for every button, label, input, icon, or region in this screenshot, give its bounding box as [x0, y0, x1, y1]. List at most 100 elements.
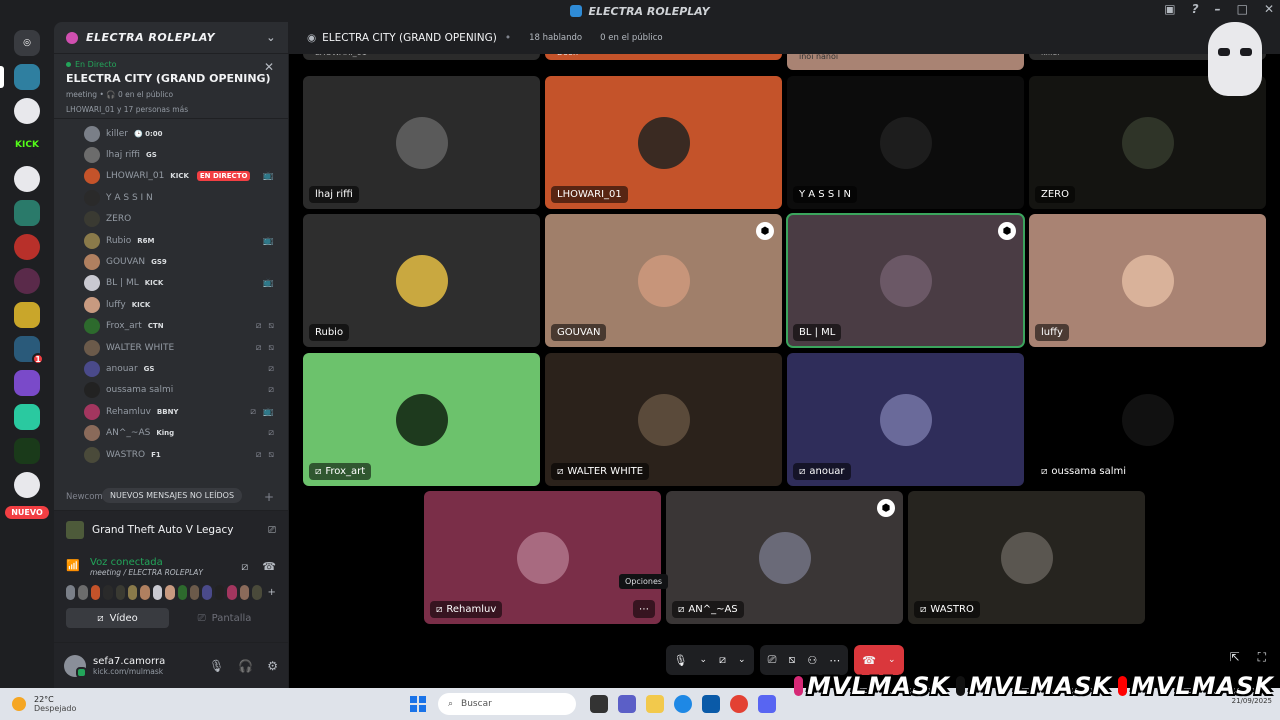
video-tile[interactable]: GOUVAN ⬢	[545, 214, 782, 347]
voice-member[interactable]: Y A S S I N	[84, 187, 288, 208]
voice-member[interactable]: LHOWARI_01 KICK EN DIRECTO 📺	[84, 166, 288, 187]
avatar[interactable]	[140, 585, 150, 600]
voice-member[interactable]: WASTRO F1 ⧄ ⧅	[84, 444, 288, 465]
server-icon[interactable]	[14, 234, 40, 260]
more-participants-icon[interactable]: +	[268, 587, 276, 598]
discord-icon[interactable]	[758, 695, 776, 713]
server-icon[interactable]	[0, 64, 40, 90]
voice-member[interactable]: anouar GS ⧄	[84, 358, 288, 379]
video-tile[interactable]: LHOWARI_01	[545, 76, 782, 209]
taskbar-search[interactable]: ⌕ Buscar	[438, 693, 576, 715]
avatar[interactable]	[202, 585, 212, 600]
inbox-icon[interactable]: ▣	[1164, 2, 1175, 16]
signal-icon[interactable]: 📶	[66, 559, 82, 575]
chevron-down-icon[interactable]: ⌄	[738, 655, 746, 665]
avatar[interactable]	[227, 585, 237, 600]
server-icon[interactable]	[14, 166, 40, 192]
avatar[interactable]	[190, 585, 200, 600]
video-tile[interactable]: ⧄ oussama salmi	[1029, 353, 1266, 486]
voice-member[interactable]: AN^_~AS King ⧄	[84, 422, 288, 443]
people-icon[interactable]: ⚇	[807, 654, 817, 667]
video-tile[interactable]: ⧄ anouar	[787, 353, 1024, 486]
teams-icon[interactable]	[618, 695, 636, 713]
video-button[interactable]: ⧄ Vídeo	[66, 608, 169, 628]
voice-member[interactable]: lhaj riffi GS	[84, 144, 288, 165]
server-icon[interactable]	[14, 98, 40, 124]
windows-start-icon[interactable]	[410, 696, 426, 712]
voice-member[interactable]: oussama salmi ⧄	[84, 380, 288, 401]
video-tile[interactable]: Y A S S I N	[787, 76, 1024, 209]
server-icon[interactable]	[14, 438, 40, 464]
avatar[interactable]	[239, 585, 250, 600]
video-tile[interactable]: ⧄ WALTER WHITE	[545, 353, 782, 486]
close-icon[interactable]: ✕	[264, 60, 274, 74]
server-icon[interactable]	[14, 404, 40, 430]
video-tile[interactable]: ⧄ WASTRO	[908, 491, 1145, 624]
chevron-down-icon[interactable]: ⌄	[699, 655, 707, 665]
voice-member[interactable]: Rehamluv BBNY ⧄ 📺	[84, 401, 288, 422]
add-channel-icon[interactable]: +	[264, 490, 274, 504]
voice-channel-label[interactable]: meeting / ELECTRA ROLEPLAY	[90, 568, 203, 577]
server-icon[interactable]: 1	[14, 336, 44, 365]
server-icon[interactable]	[14, 472, 40, 498]
store-icon[interactable]	[702, 695, 720, 713]
avatar[interactable]	[90, 585, 101, 600]
avatar[interactable]	[177, 585, 188, 600]
discord-home-icon[interactable]: ◎	[14, 30, 40, 56]
weather-widget[interactable]: 22°C Despejado	[0, 695, 400, 713]
disconnect-icon[interactable]: ☎	[262, 560, 276, 574]
chrome-icon[interactable]	[730, 695, 748, 713]
video-tile[interactable]: luffy	[1029, 214, 1266, 347]
fullscreen-icon[interactable]: ⛶	[1258, 650, 1266, 665]
screen-share-icon[interactable]: ⎚	[768, 653, 777, 667]
voice-member[interactable]: BL | ML KICK 📺	[84, 273, 288, 294]
options-button[interactable]: ⋯	[633, 600, 655, 618]
gear-icon[interactable]: ⚙	[267, 659, 278, 673]
voice-member[interactable]: Rubio R6M 📺	[84, 230, 288, 251]
camera-off-icon[interactable]: ⧄	[719, 653, 726, 667]
folder-icon[interactable]	[646, 695, 664, 713]
server-header[interactable]: ELECTRA ROLEPLAY ⌄	[54, 22, 288, 54]
live-stage-card[interactable]: En Directo ELECTRA CITY (GRAND OPENING) …	[54, 54, 288, 119]
voice-member[interactable]: luffy KICK	[84, 294, 288, 315]
avatar[interactable]	[103, 585, 113, 600]
video-tile[interactable]: ⧄ Frox_art	[303, 353, 540, 486]
voice-member[interactable]: WALTER WHITE ⧄ ⧅	[84, 337, 288, 358]
avatar[interactable]	[252, 585, 262, 600]
popout-icon[interactable]: ⇱	[1230, 650, 1240, 665]
kick-server-icon[interactable]: KICK	[14, 132, 40, 158]
screen-share-icon[interactable]: ⎚	[268, 525, 276, 536]
help-icon[interactable]: ?	[1192, 2, 1199, 16]
screen-button[interactable]: ⎚ Pantalla	[173, 608, 276, 628]
avatar[interactable]	[78, 585, 88, 600]
video-tile[interactable]: lhaj riffi	[303, 76, 540, 209]
maximize-button[interactable]: □	[1237, 2, 1248, 16]
microphone-icon[interactable]: 🎙	[674, 654, 688, 667]
microphone-icon[interactable]: 🎙	[209, 659, 224, 673]
video-tile[interactable]: Rubio	[303, 214, 540, 347]
avatar[interactable]	[214, 585, 225, 600]
voice-member[interactable]: Frox_art CTN ⧄ ⧅	[84, 316, 288, 337]
minimize-button[interactable]: –	[1215, 2, 1221, 16]
server-icon[interactable]	[14, 200, 40, 226]
avatar[interactable]	[66, 585, 76, 600]
taskview-icon[interactable]	[590, 695, 608, 713]
voice-member[interactable]: ZERO	[84, 209, 288, 230]
noise-suppression-icon[interactable]: ⧄	[241, 560, 248, 574]
video-tile[interactable]: ⧄ AN^_~AS ⬢	[666, 491, 903, 624]
video-tile[interactable]: BL | ML ⬢	[786, 213, 1025, 348]
video-tile[interactable]: ⧄ Rehamluv ⋯	[424, 491, 661, 624]
avatar[interactable]	[165, 585, 175, 600]
activity-off-icon[interactable]: ⧅	[788, 653, 795, 667]
avatar[interactable]	[64, 654, 87, 678]
voice-member[interactable]: killer 🕒 0:00	[84, 123, 288, 144]
close-button[interactable]: ✕	[1264, 2, 1274, 16]
voice-member[interactable]: GOUVAN GS9	[84, 251, 288, 272]
headphones-icon[interactable]: 🎧	[238, 659, 253, 673]
chevron-down-icon[interactable]: ⌄	[266, 31, 276, 44]
server-icon[interactable]	[14, 268, 40, 294]
avatar[interactable]	[128, 585, 138, 600]
edge-icon[interactable]	[674, 695, 692, 713]
avatar[interactable]	[152, 585, 163, 600]
server-icon[interactable]	[14, 370, 40, 396]
